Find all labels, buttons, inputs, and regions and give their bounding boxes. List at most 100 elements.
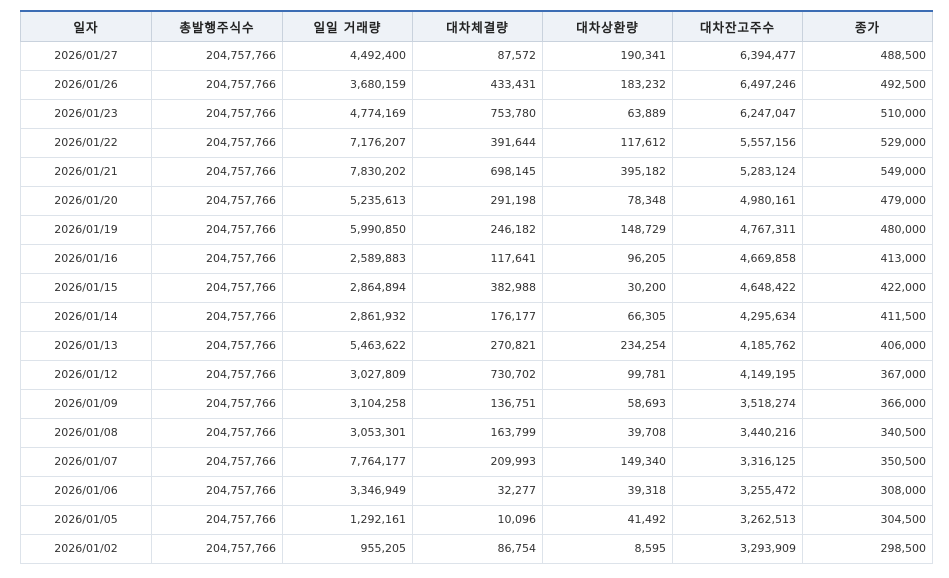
cell-daily-volume: 5,235,613 xyxy=(282,185,413,216)
cell-close-price: 529,000 xyxy=(802,127,933,158)
cell-lending-balance: 4,669,858 xyxy=(672,243,803,274)
cell-lending-executed: 730,702 xyxy=(412,359,543,390)
cell-lending-balance: 6,394,477 xyxy=(672,40,803,71)
cell-date: 2026/01/08 xyxy=(20,417,152,448)
cell-date: 2026/01/05 xyxy=(20,504,152,535)
cell-daily-volume: 4,492,400 xyxy=(282,40,413,71)
header-row: 일자 총발행주식수 일일 거래량 대차체결량 대차상환량 대차잔고주수 종가 xyxy=(20,10,933,42)
cell-close-price: 492,500 xyxy=(802,69,933,100)
cell-close-price: 340,500 xyxy=(802,417,933,448)
cell-daily-volume: 5,990,850 xyxy=(282,214,413,245)
cell-daily-volume: 3,027,809 xyxy=(282,359,413,390)
cell-lending-executed: 136,751 xyxy=(412,388,543,419)
cell-daily-volume: 2,589,883 xyxy=(282,243,413,274)
cell-date: 2026/01/21 xyxy=(20,156,152,187)
cell-daily-volume: 3,346,949 xyxy=(282,475,413,506)
table-row: 2026/01/14 204,757,766 2,861,932 176,177 66,… xyxy=(20,301,933,332)
cell-date: 2026/01/23 xyxy=(20,98,152,129)
cell-lending-repaid: 63,889 xyxy=(542,98,673,129)
cell-daily-volume: 4,774,169 xyxy=(282,98,413,129)
table-body: 2026/01/27 204,757,766 4,492,400 87,572 190,… xyxy=(20,40,933,564)
cell-date: 2026/01/13 xyxy=(20,330,152,361)
table-row: 2026/01/23 204,757,766 4,774,169 753,780 63,… xyxy=(20,98,933,129)
cell-lending-balance: 4,185,762 xyxy=(672,330,803,361)
cell-lending-balance: 5,557,156 xyxy=(672,127,803,158)
cell-lending-repaid: 148,729 xyxy=(542,214,673,245)
header-date: 일자 xyxy=(20,10,152,42)
cell-date: 2026/01/14 xyxy=(20,301,152,332)
table-row: 2026/01/13 204,757,766 5,463,622 270,821 234… xyxy=(20,330,933,361)
header-close-price: 종가 xyxy=(802,10,933,42)
cell-total-shares: 204,757,766 xyxy=(151,533,283,564)
cell-date: 2026/01/12 xyxy=(20,359,152,390)
cell-date: 2026/01/02 xyxy=(20,533,152,564)
cell-lending-executed: 209,993 xyxy=(412,446,543,477)
cell-total-shares: 204,757,766 xyxy=(151,69,283,100)
cell-lending-balance: 4,648,422 xyxy=(672,272,803,303)
cell-total-shares: 204,757,766 xyxy=(151,214,283,245)
cell-lending-balance: 3,262,513 xyxy=(672,504,803,535)
cell-daily-volume: 3,104,258 xyxy=(282,388,413,419)
cell-close-price: 422,000 xyxy=(802,272,933,303)
cell-lending-balance: 6,247,047 xyxy=(672,98,803,129)
cell-daily-volume: 3,053,301 xyxy=(282,417,413,448)
table-row: 2026/01/20 204,757,766 5,235,613 291,198 78,… xyxy=(20,185,933,216)
cell-lending-balance: 5,283,124 xyxy=(672,156,803,187)
stock-lending-table: 일자 총발행주식수 일일 거래량 대차체결량 대차상환량 대차잔고주수 종가 2026/01… xyxy=(20,10,933,564)
cell-date: 2026/01/26 xyxy=(20,69,152,100)
cell-lending-repaid: 395,182 xyxy=(542,156,673,187)
cell-lending-balance: 4,767,311 xyxy=(672,214,803,245)
cell-lending-repaid: 66,305 xyxy=(542,301,673,332)
cell-total-shares: 204,757,766 xyxy=(151,156,283,187)
table-header: 일자 총발행주식수 일일 거래량 대차체결량 대차상환량 대차잔고주수 종가 xyxy=(20,10,933,42)
cell-daily-volume: 3,680,159 xyxy=(282,69,413,100)
cell-lending-repaid: 41,492 xyxy=(542,504,673,535)
cell-lending-balance: 4,980,161 xyxy=(672,185,803,216)
cell-daily-volume: 7,176,207 xyxy=(282,127,413,158)
cell-lending-repaid: 78,348 xyxy=(542,185,673,216)
cell-lending-balance: 3,255,472 xyxy=(672,475,803,506)
cell-close-price: 480,000 xyxy=(802,214,933,245)
cell-date: 2026/01/27 xyxy=(20,40,152,71)
cell-daily-volume: 7,830,202 xyxy=(282,156,413,187)
cell-close-price: 479,000 xyxy=(802,185,933,216)
cell-lending-repaid: 39,708 xyxy=(542,417,673,448)
cell-close-price: 367,000 xyxy=(802,359,933,390)
cell-lending-executed: 117,641 xyxy=(412,243,543,274)
cell-lending-balance: 3,518,274 xyxy=(672,388,803,419)
cell-lending-executed: 698,145 xyxy=(412,156,543,187)
header-lending-balance: 대차잔고주수 xyxy=(672,10,803,42)
cell-close-price: 406,000 xyxy=(802,330,933,361)
cell-lending-balance: 4,295,634 xyxy=(672,301,803,332)
cell-lending-balance: 3,316,125 xyxy=(672,446,803,477)
table-row: 2026/01/02 204,757,766 955,205 86,754 8,595 3… xyxy=(20,533,933,564)
table-row: 2026/01/19 204,757,766 5,990,850 246,182 148… xyxy=(20,214,933,245)
cell-total-shares: 204,757,766 xyxy=(151,359,283,390)
cell-daily-volume: 955,205 xyxy=(282,533,413,564)
cell-total-shares: 204,757,766 xyxy=(151,98,283,129)
cell-close-price: 549,000 xyxy=(802,156,933,187)
cell-lending-balance: 6,497,246 xyxy=(672,69,803,100)
cell-close-price: 350,500 xyxy=(802,446,933,477)
cell-date: 2026/01/15 xyxy=(20,272,152,303)
cell-daily-volume: 2,864,894 xyxy=(282,272,413,303)
cell-lending-repaid: 30,200 xyxy=(542,272,673,303)
table-row: 2026/01/15 204,757,766 2,864,894 382,988 30,… xyxy=(20,272,933,303)
cell-total-shares: 204,757,766 xyxy=(151,40,283,71)
cell-lending-repaid: 39,318 xyxy=(542,475,673,506)
header-lending-executed: 대차체결량 xyxy=(412,10,543,42)
cell-lending-executed: 391,644 xyxy=(412,127,543,158)
cell-lending-executed: 87,572 xyxy=(412,40,543,71)
table-row: 2026/01/27 204,757,766 4,492,400 87,572 190,… xyxy=(20,40,933,71)
cell-date: 2026/01/22 xyxy=(20,127,152,158)
cell-lending-executed: 270,821 xyxy=(412,330,543,361)
cell-daily-volume: 5,463,622 xyxy=(282,330,413,361)
cell-date: 2026/01/19 xyxy=(20,214,152,245)
cell-lending-executed: 291,198 xyxy=(412,185,543,216)
cell-total-shares: 204,757,766 xyxy=(151,272,283,303)
cell-total-shares: 204,757,766 xyxy=(151,330,283,361)
cell-lending-executed: 32,277 xyxy=(412,475,543,506)
lending-table-container: 일자 총발행주식수 일일 거래량 대차체결량 대차상환량 대차잔고주수 종가 2026/01… xyxy=(20,10,933,564)
cell-lending-repaid: 149,340 xyxy=(542,446,673,477)
header-daily-volume: 일일 거래량 xyxy=(282,10,413,42)
